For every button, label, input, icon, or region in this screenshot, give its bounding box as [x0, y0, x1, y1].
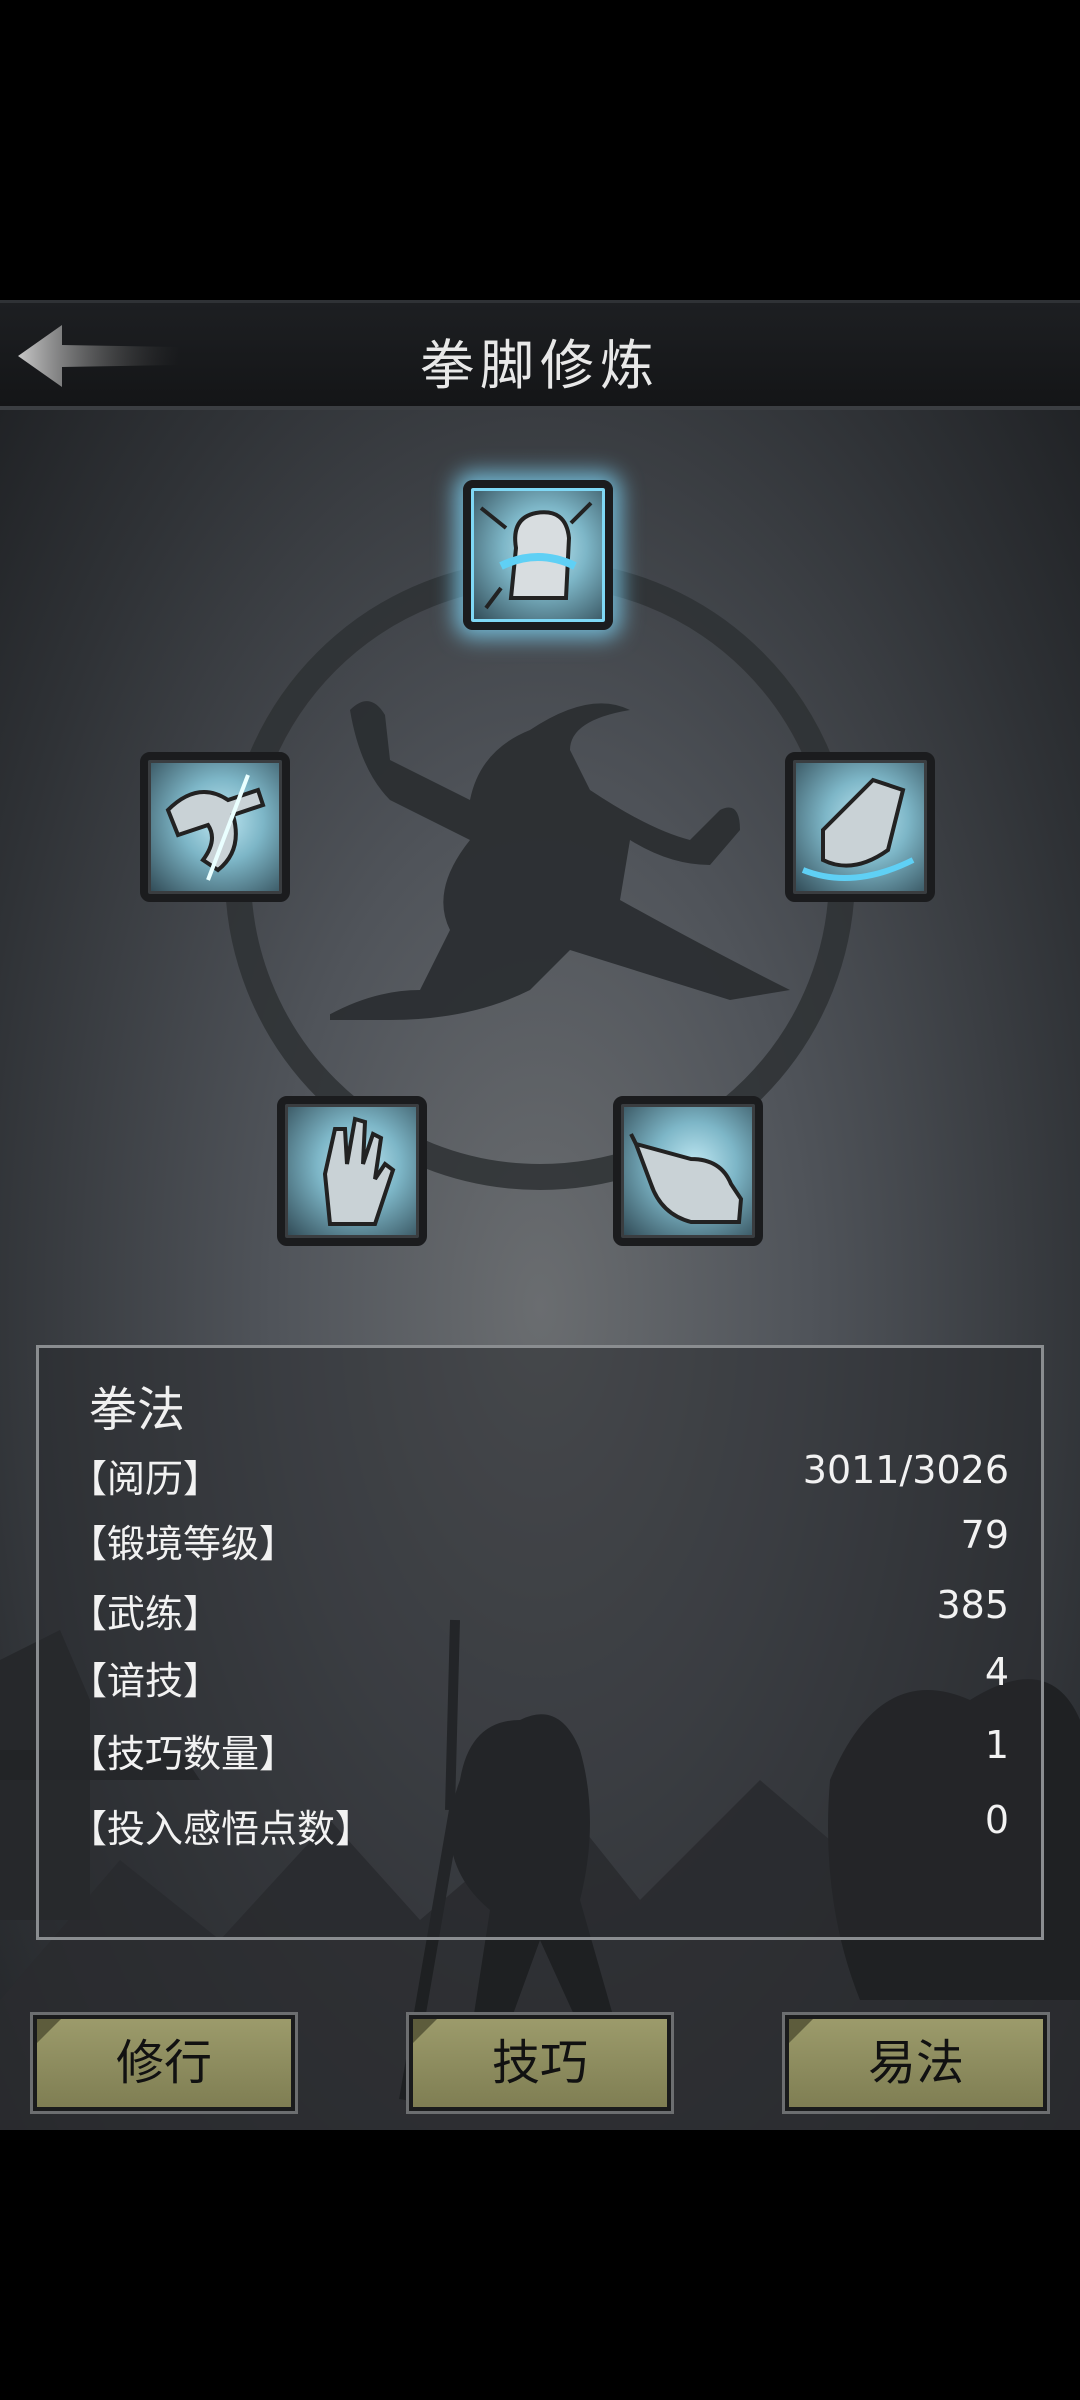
skill-palm[interactable]	[277, 1096, 427, 1246]
switch-method-button[interactable]: 易法	[782, 2012, 1050, 2114]
stat-row-mastery: 【谙技】 4	[69, 1650, 1009, 1710]
claw-icon	[165, 774, 266, 881]
skill-finger[interactable]	[613, 1096, 763, 1246]
top-bar: 拳脚修炼	[0, 300, 1080, 410]
finger-icon	[629, 1133, 744, 1224]
stat-label: 【武练】	[69, 1592, 222, 1636]
stat-row-experience: 【阅历】 3011/3026	[69, 1448, 1009, 1508]
stat-value: 79	[960, 1513, 1009, 1557]
skill-info-panel: 拳法 【阅历】 3011/3026 【锻境等级】 79 【武练】 385 【谙技…	[36, 1345, 1044, 1940]
stat-value: 3011/3026	[802, 1448, 1009, 1492]
stat-value: 4	[984, 1650, 1009, 1694]
skill-fist[interactable]	[463, 480, 613, 630]
skill-button[interactable]: 技巧	[406, 2012, 674, 2114]
stat-row-level: 【锻境等级】 79	[69, 1513, 1009, 1573]
skill-kick[interactable]	[785, 752, 935, 902]
page-title: 拳脚修炼	[420, 334, 660, 397]
fist-icon	[479, 501, 593, 610]
stat-label: 【技巧数量】	[69, 1732, 298, 1776]
stat-value: 0	[984, 1798, 1009, 1842]
martial-artist-silhouette	[330, 701, 790, 1020]
stat-row-insight-points: 【投入感悟点数】 0	[69, 1798, 1009, 1858]
stat-row-technique-count: 【技巧数量】 1	[69, 1723, 1009, 1783]
skill-claw[interactable]	[140, 752, 290, 902]
stat-label: 【谙技】	[69, 1659, 222, 1703]
skill-category-title: 拳法	[89, 1382, 186, 1438]
stat-value: 1	[984, 1723, 1009, 1767]
train-button[interactable]: 修行	[30, 2012, 298, 2114]
status-area	[0, 0, 1080, 300]
stat-label: 【锻境等级】	[69, 1522, 298, 1566]
stat-value: 385	[936, 1583, 1009, 1627]
stat-row-training: 【武练】 385	[69, 1583, 1009, 1643]
stat-label: 【阅历】	[69, 1457, 222, 1501]
nav-area	[0, 2130, 1080, 2400]
palm-icon	[322, 1116, 396, 1226]
stat-label: 【投入感悟点数】	[69, 1807, 374, 1851]
kick-icon	[801, 777, 915, 881]
